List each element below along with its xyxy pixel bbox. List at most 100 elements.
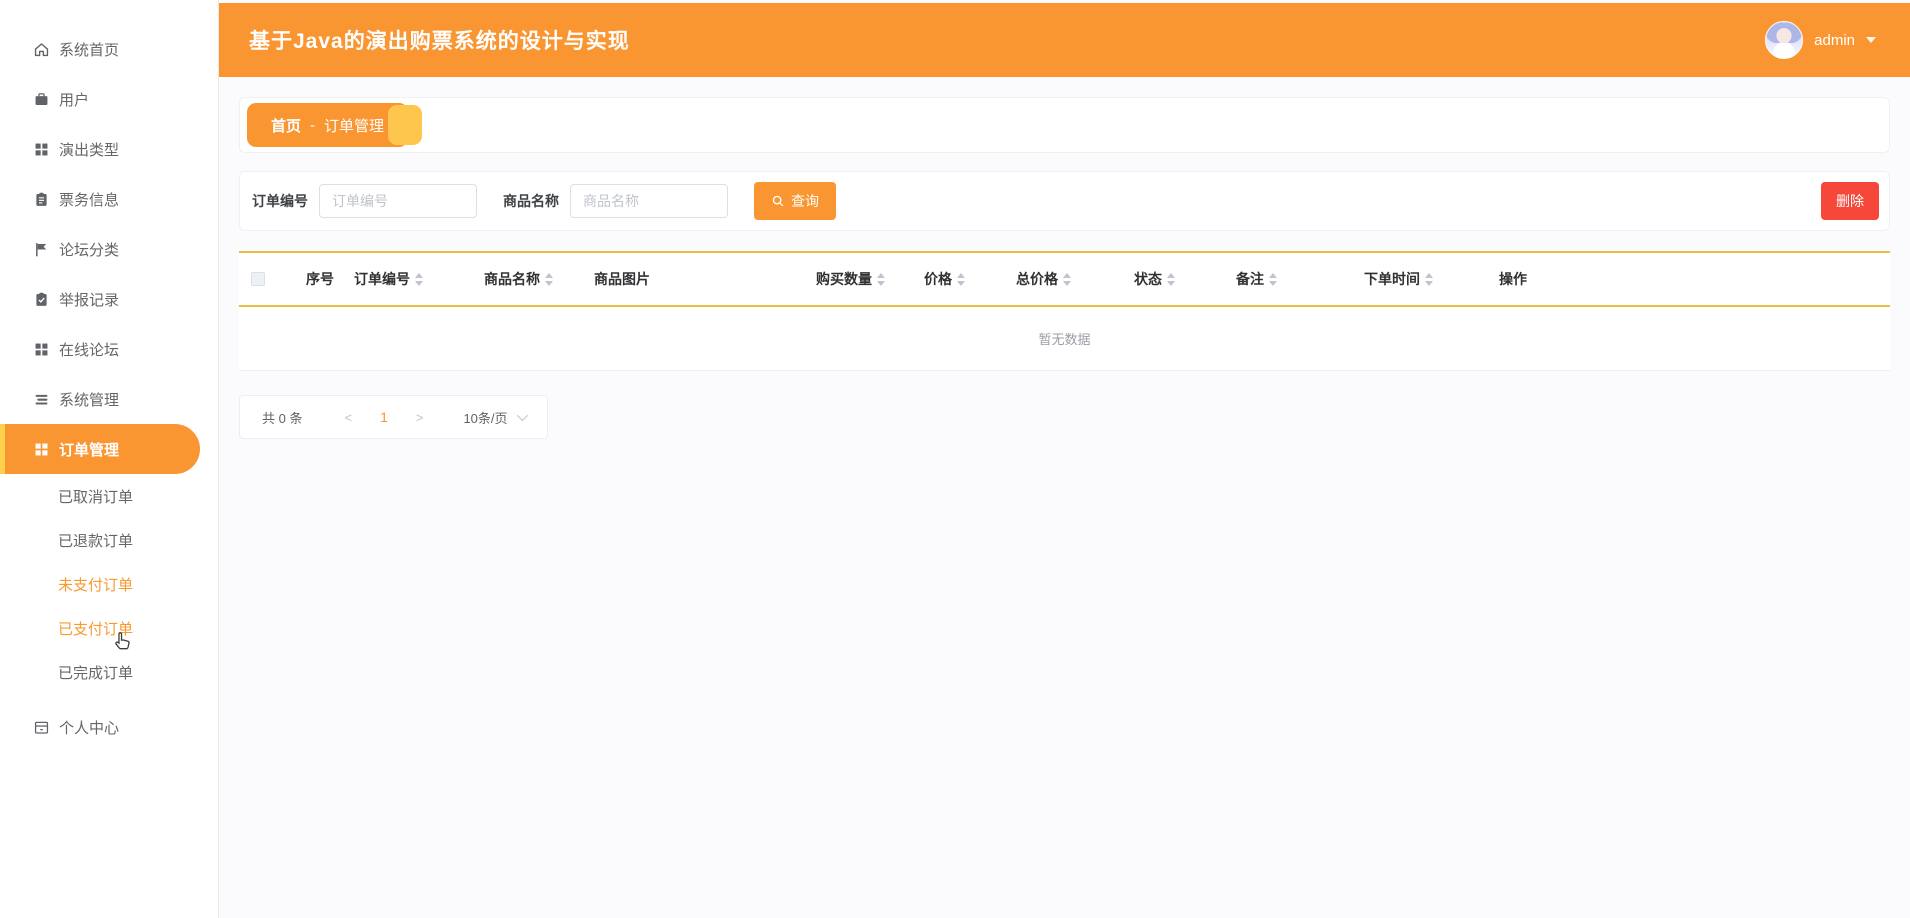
sidebar-item-label: 举报记录 — [59, 291, 120, 309]
breadcrumb: 首页 - 订单管理 — [247, 103, 423, 147]
sidebar-subitem-label: 未支付订单 — [58, 576, 134, 594]
table-header-row: 序号 订单编号 商品名称 商品图片 购买数量 价格 总价格 状态 备注 下单时间… — [239, 253, 1890, 305]
sidebar-item-label: 论坛分类 — [59, 241, 120, 259]
breadcrumb-separator: - — [310, 116, 316, 134]
pagination: 共 0 条 < 1 > 10条/页 — [239, 395, 548, 439]
flag-icon — [33, 241, 50, 258]
chevron-down-icon — [1866, 37, 1876, 43]
clipboard-check-icon — [33, 291, 50, 308]
breadcrumb-home-link[interactable]: 首页 — [271, 115, 301, 136]
page-size-label: 10条/页 — [463, 410, 508, 426]
column-header-product-name[interactable]: 商品名称 — [472, 269, 582, 289]
sidebar-item-label: 演出类型 — [59, 141, 120, 159]
table-empty-state: 暂无数据 — [239, 307, 1890, 371]
card-icon — [33, 719, 50, 736]
lines-icon — [33, 391, 50, 408]
table-header-checkbox-cell — [239, 272, 294, 286]
pagination-total: 共 0 条 — [262, 410, 303, 426]
sidebar-subitem-unpaid-orders[interactable]: 未支付订单 — [0, 562, 218, 606]
sidebar-item-label: 系统管理 — [59, 391, 120, 409]
sidebar-item-label: 用户 — [59, 91, 90, 109]
column-header-index: 序号 — [294, 269, 342, 289]
sidebar-item-label: 系统首页 — [59, 41, 120, 59]
pagination-prev-button[interactable]: < — [330, 410, 366, 425]
sidebar-subitem-label: 已完成订单 — [58, 664, 134, 682]
sidebar-item-system-management[interactable]: 系统管理 — [0, 374, 218, 424]
sort-icon[interactable] — [1167, 272, 1175, 286]
sidebar-subitem-label: 已退款订单 — [58, 532, 134, 550]
sidebar-item-order-management[interactable]: 订单管理 — [0, 424, 200, 474]
search-toolbar: 订单编号 商品名称 查询 删除 — [239, 171, 1890, 231]
column-header-quantity[interactable]: 购买数量 — [804, 269, 912, 289]
column-label: 状态 — [1134, 271, 1162, 287]
sidebar-item-users[interactable]: 用户 — [0, 74, 218, 124]
sort-icon[interactable] — [957, 272, 965, 286]
column-header-status[interactable]: 状态 — [1122, 269, 1224, 289]
sidebar-subitem-label: 已取消订单 — [58, 488, 134, 506]
search-icon — [771, 194, 785, 208]
grid-icon — [33, 341, 50, 358]
sort-icon[interactable] — [415, 272, 423, 286]
column-label: 备注 — [1236, 271, 1264, 287]
select-all-checkbox[interactable] — [251, 272, 265, 286]
sidebar-subitem-refunded-orders[interactable]: 已退款订单 — [0, 518, 218, 562]
page-size-select[interactable]: 10条/页 — [463, 408, 528, 427]
page-title: 基于Java的演出购票系统的设计与实现 — [249, 30, 630, 53]
sidebar-subitem-cancelled-orders[interactable]: 已取消订单 — [0, 474, 218, 518]
column-header-order-time[interactable]: 下单时间 — [1352, 269, 1487, 289]
sort-icon[interactable] — [877, 272, 885, 286]
sidebar-item-report-records[interactable]: 举报记录 — [0, 274, 218, 324]
column-header-product-image: 商品图片 — [582, 269, 804, 289]
orders-table: 序号 订单编号 商品名称 商品图片 购买数量 价格 总价格 状态 备注 下单时间… — [239, 251, 1890, 371]
sort-icon[interactable] — [1269, 272, 1277, 286]
column-label: 订单编号 — [354, 271, 410, 287]
clipboard-icon — [33, 191, 50, 208]
pagination-page-1[interactable]: 1 — [366, 409, 402, 425]
column-header-order-no[interactable]: 订单编号 — [342, 269, 472, 289]
delete-button[interactable]: 删除 — [1821, 182, 1879, 220]
content-area: 首页 - 订单管理 订单编号 商品名称 查询 删除 — [219, 77, 1910, 439]
sidebar-subitem-completed-orders[interactable]: 已完成订单 — [0, 650, 218, 694]
sidebar-item-show-types[interactable]: 演出类型 — [0, 124, 218, 174]
username-label: admin — [1814, 31, 1855, 49]
column-label: 商品名称 — [484, 271, 540, 287]
product-name-input[interactable] — [570, 184, 728, 218]
sidebar: 系统首页 用户 演出类型 票务信息 论坛分类 举报记录 在线论坛 系统管理 订单… — [0, 0, 219, 918]
sidebar-subitem-paid-orders[interactable]: 已支付订单 — [0, 606, 218, 650]
sidebar-subitem-label: 已支付订单 — [58, 620, 134, 638]
grid-icon — [33, 141, 50, 158]
briefcase-icon — [33, 91, 50, 108]
user-menu[interactable]: admin — [1765, 21, 1876, 59]
breadcrumb-card: 首页 - 订单管理 — [239, 97, 1890, 153]
column-header-total-price[interactable]: 总价格 — [1004, 269, 1122, 289]
sidebar-item-online-forum[interactable]: 在线论坛 — [0, 324, 218, 374]
column-label: 操作 — [1499, 271, 1527, 287]
query-button-label: 查询 — [791, 193, 819, 209]
chevron-down-icon — [516, 409, 528, 422]
sidebar-item-label: 在线论坛 — [59, 341, 120, 359]
sidebar-item-personal-center[interactable]: 个人中心 — [0, 702, 218, 752]
sort-icon[interactable] — [1063, 272, 1071, 286]
sort-icon[interactable] — [1425, 272, 1433, 286]
column-header-remark[interactable]: 备注 — [1224, 269, 1352, 289]
column-header-price[interactable]: 价格 — [912, 269, 1004, 289]
breadcrumb-current: 订单管理 — [324, 117, 385, 135]
pagination-next-button[interactable]: > — [402, 410, 438, 425]
sidebar-item-ticket-info[interactable]: 票务信息 — [0, 174, 218, 224]
column-label: 购买数量 — [816, 271, 872, 287]
user-avatar[interactable] — [1765, 21, 1804, 59]
top-header-bar: 基于Java的演出购票系统的设计与实现 admin — [219, 3, 1910, 77]
column-label: 序号 — [306, 271, 334, 287]
column-label: 总价格 — [1016, 271, 1058, 287]
query-button[interactable]: 查询 — [754, 182, 836, 220]
sort-icon[interactable] — [545, 272, 553, 286]
app-window: 系统首页 用户 演出类型 票务信息 论坛分类 举报记录 在线论坛 系统管理 订单… — [0, 0, 1910, 918]
order-no-input[interactable] — [319, 184, 477, 218]
sidebar-item-label: 个人中心 — [59, 719, 120, 737]
sidebar-item-forum-category[interactable]: 论坛分类 — [0, 224, 218, 274]
column-label: 商品图片 — [594, 271, 650, 287]
sidebar-item-home[interactable]: 系统首页 — [0, 24, 218, 74]
column-header-actions: 操作 — [1487, 269, 1890, 289]
home-icon — [33, 41, 50, 58]
